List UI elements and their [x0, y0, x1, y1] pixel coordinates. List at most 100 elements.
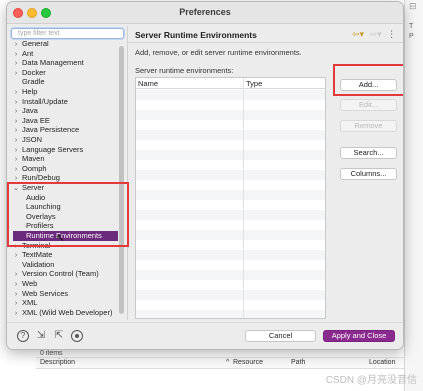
column-location[interactable]: Location — [369, 359, 395, 366]
add-button[interactable]: Add... — [340, 79, 397, 91]
tree-item-label: Gradle — [22, 77, 45, 87]
table-row[interactable] — [136, 190, 325, 200]
tree-item[interactable]: › Java Persistence — [10, 125, 79, 135]
tree-item-label: Ant — [22, 48, 34, 58]
table-row[interactable] — [136, 270, 325, 280]
column-type[interactable]: Type — [246, 79, 262, 88]
table-row[interactable] — [136, 310, 325, 318]
table-row[interactable] — [136, 180, 325, 190]
tree-item-label: Java Persistence — [22, 125, 80, 135]
apply-and-close-button[interactable]: Apply and Close — [323, 330, 395, 342]
tree-item[interactable]: › Java EE — [10, 116, 50, 126]
back-arrow-icon[interactable]: ⇦▾ — [352, 29, 364, 40]
tree-item[interactable]: › Maven — [10, 154, 45, 164]
tree-item[interactable]: › Install/Update — [10, 97, 68, 107]
background-table-header: Description ^ Resource Path Location — [36, 357, 404, 369]
tree-item[interactable]: › Data Management — [10, 58, 84, 68]
tree-item-label: General — [22, 41, 49, 48]
column-name[interactable]: Name — [138, 79, 158, 88]
table-header: Name Type — [136, 78, 325, 89]
tree-item-label: Run/Debug — [22, 173, 60, 183]
server-runtime-page: Server Runtime Environments ⇦▾ ⇨▾ ⋮ Add,… — [128, 26, 403, 322]
preferences-dialog: Preferences type filter text › General › An… — [6, 1, 404, 350]
more-menu-icon[interactable]: ⋮ — [387, 29, 396, 40]
table-row[interactable] — [136, 300, 325, 310]
table-row[interactable] — [136, 150, 325, 160]
tree-item[interactable]: › Help — [10, 87, 38, 97]
tree-item[interactable]: › Oomph — [10, 164, 47, 174]
tree-item[interactable]: Launching — [10, 202, 61, 212]
table-row[interactable] — [136, 260, 325, 270]
tree-item-label: Oomph — [22, 163, 47, 173]
import-preferences-icon[interactable]: ⇲ — [35, 330, 47, 342]
tree-item[interactable]: › Web Services — [10, 289, 68, 299]
cancel-button[interactable]: Cancel — [245, 330, 316, 342]
page-title: Server Runtime Environments — [135, 30, 257, 40]
tree-item[interactable]: Validation — [10, 260, 54, 270]
tree-item[interactable]: › Web — [10, 279, 37, 289]
tree-item[interactable]: › Docker — [10, 68, 46, 78]
watermark: CSDN @月亮没音信 — [325, 375, 417, 386]
tree-item[interactable]: › JSON — [10, 135, 42, 145]
tree-item[interactable]: › XML (Wild Web Developer) — [10, 308, 113, 319]
runtime-environments-table[interactable]: Name Type — [135, 77, 326, 319]
forward-arrow-icon[interactable]: ⇨▾ — [370, 29, 382, 40]
tree-item[interactable]: › TextMate — [10, 250, 53, 260]
tree-item[interactable]: Audio — [10, 193, 45, 203]
remove-button[interactable]: Remove — [340, 120, 397, 132]
table-row[interactable] — [136, 250, 325, 260]
tree-item-label: Maven — [22, 154, 45, 164]
filter-input[interactable]: type filter text — [11, 28, 124, 39]
table-row[interactable] — [136, 280, 325, 290]
tree-item[interactable]: › Language Servers — [10, 145, 83, 155]
tree-item-label: JSON — [22, 135, 43, 144]
background-side-letter: T — [409, 23, 414, 30]
table-row[interactable] — [136, 160, 325, 170]
tree-item-label: Web — [22, 279, 38, 288]
record-icon[interactable] — [71, 330, 83, 342]
page-navigation: ⇦▾ ⇨▾ ⋮ — [352, 29, 399, 40]
column-path[interactable]: Path — [291, 359, 305, 366]
column-separator[interactable] — [243, 78, 244, 318]
table-row[interactable] — [136, 140, 325, 150]
tree-scrollbar-thumb[interactable] — [119, 46, 124, 314]
help-icon[interactable]: ? — [17, 330, 29, 342]
tree-item[interactable]: Gradle — [10, 77, 45, 87]
tree-item[interactable]: Overlays — [10, 212, 56, 222]
columns-button[interactable]: Columns... — [340, 168, 397, 180]
edit-button[interactable]: Edit... — [340, 99, 397, 111]
table-row[interactable] — [136, 290, 325, 300]
table-row[interactable] — [136, 110, 325, 120]
table-row[interactable] — [136, 220, 325, 230]
tree-item[interactable]: › Java — [10, 106, 38, 116]
preferences-tree-pane: type filter text › General › Ant › Data Manag… — [10, 26, 125, 322]
tree-item[interactable]: › Terminal — [10, 241, 51, 251]
tree-item[interactable]: › Ant — [10, 49, 33, 59]
tree-item-label: Audio — [26, 192, 46, 202]
tree-scrollbar[interactable] — [119, 46, 124, 314]
background-side-letter: P — [409, 33, 414, 40]
table-row[interactable] — [136, 130, 325, 140]
table-row[interactable] — [136, 120, 325, 130]
table-row[interactable] — [136, 200, 325, 210]
table-label: Server runtime environments: — [135, 66, 234, 75]
tree-item[interactable]: › XML — [10, 298, 38, 308]
table-row[interactable] — [136, 90, 325, 100]
table-row[interactable] — [136, 230, 325, 240]
chevron-right-icon[interactable]: › — [10, 309, 22, 319]
header-divider — [128, 42, 403, 43]
tree-item[interactable]: Runtime Environments — [13, 231, 118, 241]
table-row[interactable] — [136, 210, 325, 220]
tree-item[interactable]: Profilers — [10, 221, 54, 231]
tree-item[interactable]: › Run/Debug — [10, 173, 60, 183]
table-row[interactable] — [136, 240, 325, 250]
table-row[interactable] — [136, 100, 325, 110]
search-button[interactable]: Search... — [340, 147, 397, 159]
table-row[interactable] — [136, 170, 325, 180]
mouse-cursor-icon: ↖ — [56, 233, 65, 244]
tree-item[interactable]: ⌄ Server — [10, 183, 44, 193]
export-preferences-icon[interactable]: ⇱ — [53, 330, 65, 342]
tree-item[interactable]: › Version Control (Team) — [10, 269, 99, 279]
column-description[interactable]: Description — [40, 359, 75, 366]
column-resource[interactable]: Resource — [233, 359, 263, 366]
